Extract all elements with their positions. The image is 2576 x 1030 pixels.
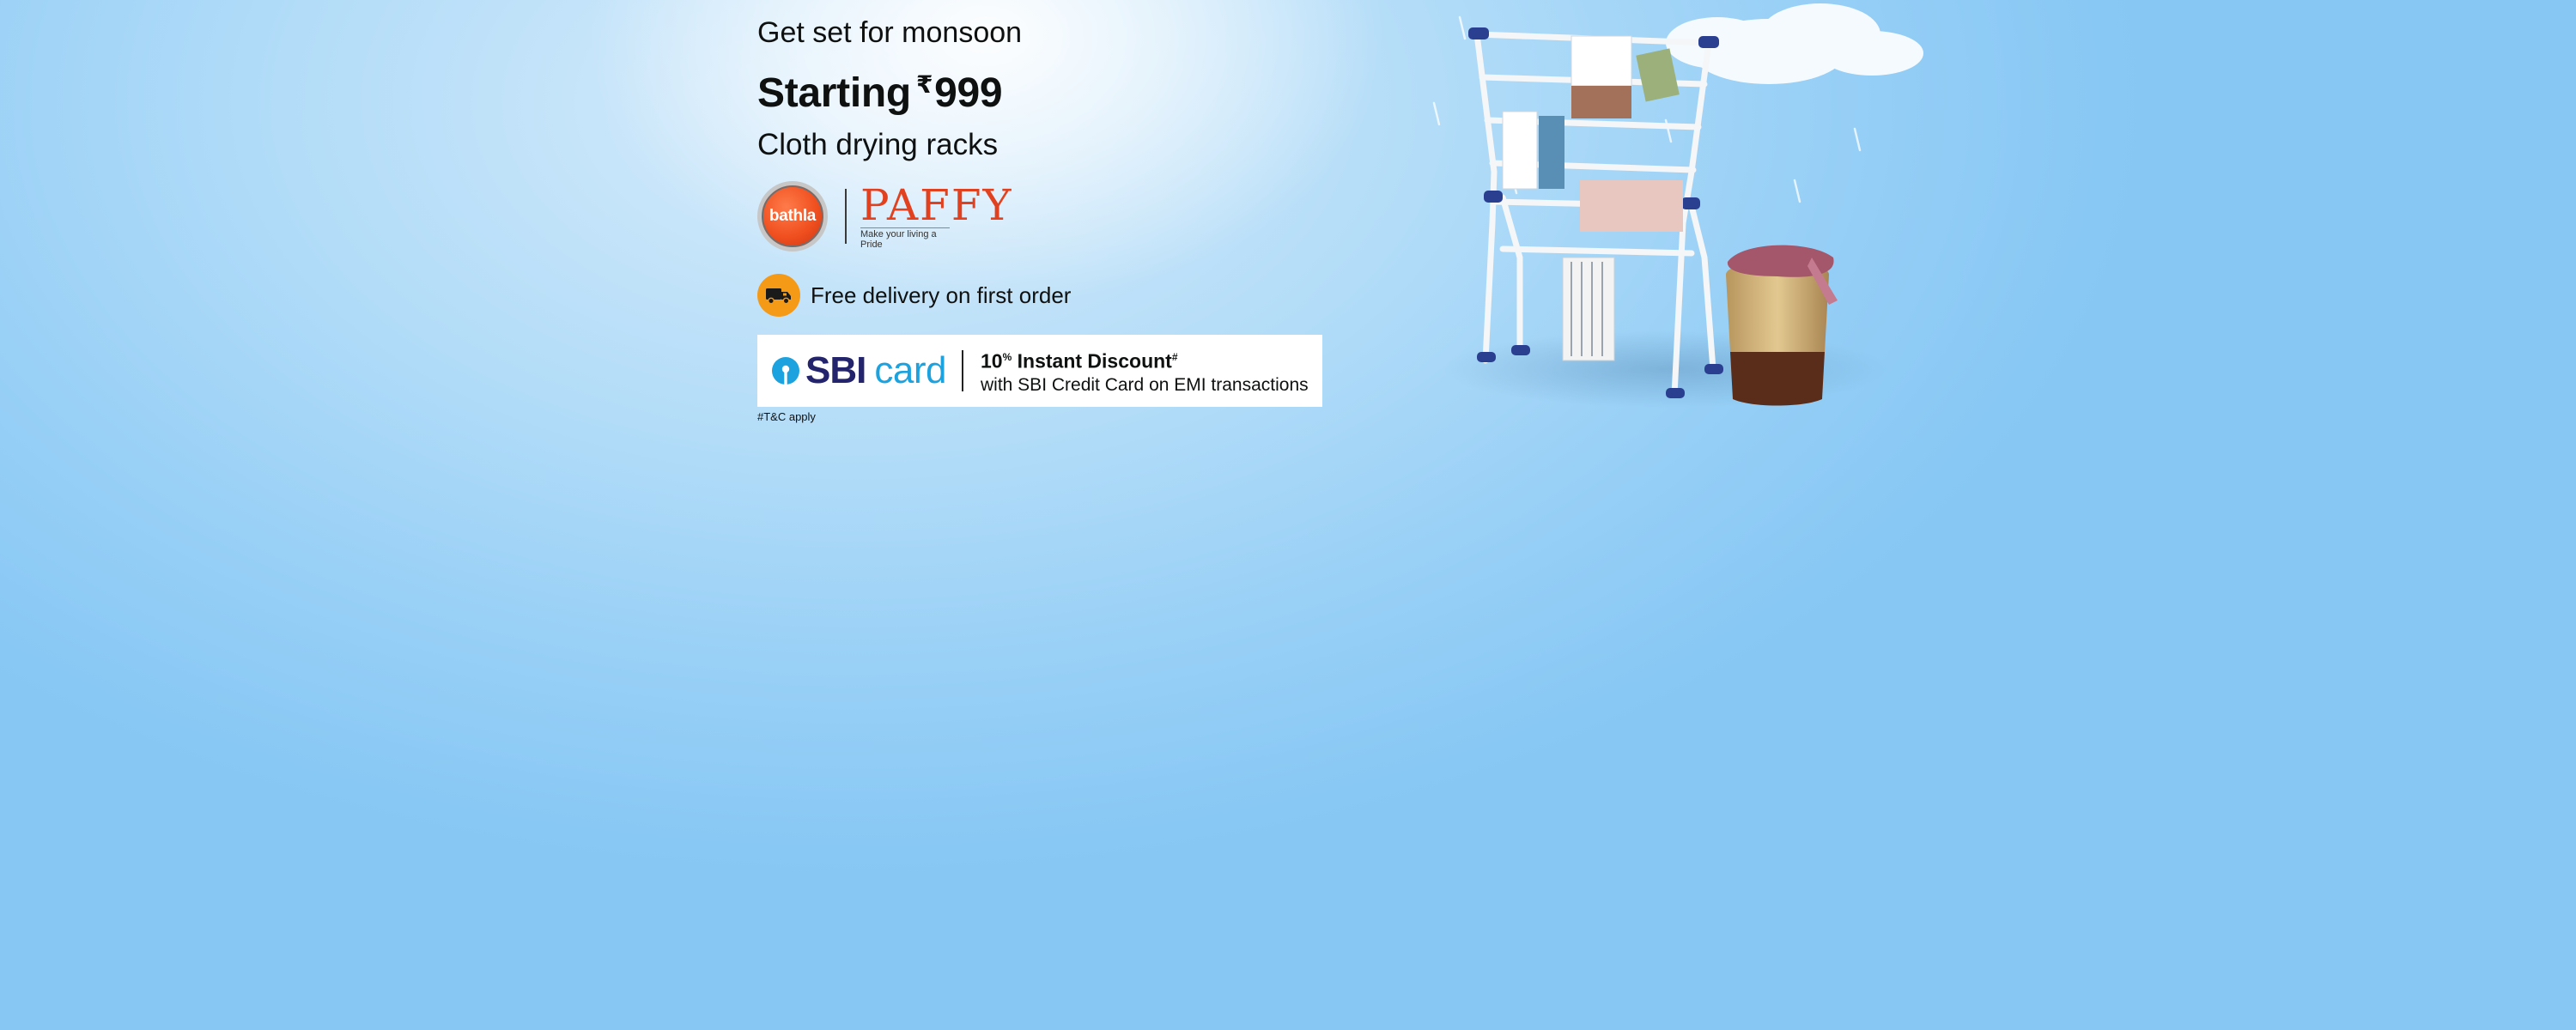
sbi-keyhole-icon — [772, 357, 799, 385]
discount-percent-sign: % — [1002, 350, 1012, 363]
discount-mark: # — [1171, 350, 1178, 363]
card-logo-text: card — [874, 349, 946, 391]
free-delivery-text: Free delivery on first order — [811, 282, 1072, 308]
banner-headline: Starting ₹999 — [757, 60, 1410, 118]
brand-divider — [845, 189, 847, 244]
truck-icon — [757, 274, 800, 317]
price-value: 999 — [934, 70, 1003, 116]
hanging-clothes — [1502, 35, 1683, 361]
drying-rack-illustration — [1432, 3, 1923, 408]
bathla-logo-text: bathla — [769, 207, 817, 225]
discount-percent: 10 — [981, 349, 1003, 373]
sbi-card-logo: SBI card — [771, 349, 951, 392]
brand-logos: bathla PAFFY Make your living a Pride — [757, 180, 1410, 252]
currency-symbol: ₹ — [915, 71, 933, 98]
paffy-tagline: Make your living a Pride — [860, 227, 950, 250]
banner-copy: Get set for monsoon Starting ₹999 Cloth d… — [757, 12, 1410, 423]
offer-details: 10% Instant Discount# with SBI Credit Ca… — [981, 344, 1309, 398]
offer-subtext: with SBI Credit Card on EMI transactions — [981, 375, 1309, 396]
paffy-logo-text: PAFFY — [860, 180, 1013, 230]
headline-prefix: Starting — [757, 70, 911, 116]
sbi-offer[interactable]: SBI card 10% Instant Discount# with SBI … — [757, 335, 1322, 407]
free-delivery: Free delivery on first order — [757, 273, 1410, 318]
paffy-logo: PAFFY Make your living a Pride — [860, 183, 1013, 250]
offer-headline: 10% Instant Discount# — [981, 344, 1309, 374]
bathla-logo: bathla — [757, 181, 828, 251]
offer-divider — [962, 350, 963, 391]
laundry-basket — [1726, 245, 1838, 406]
banner-kicker: Get set for monsoon — [757, 16, 1023, 49]
banner-subhead: Cloth drying racks — [757, 128, 999, 161]
terms-note: #T&C apply — [757, 410, 816, 423]
discount-label: Instant Discount — [1017, 349, 1172, 373]
sbi-logo-text: SBI — [805, 349, 866, 391]
